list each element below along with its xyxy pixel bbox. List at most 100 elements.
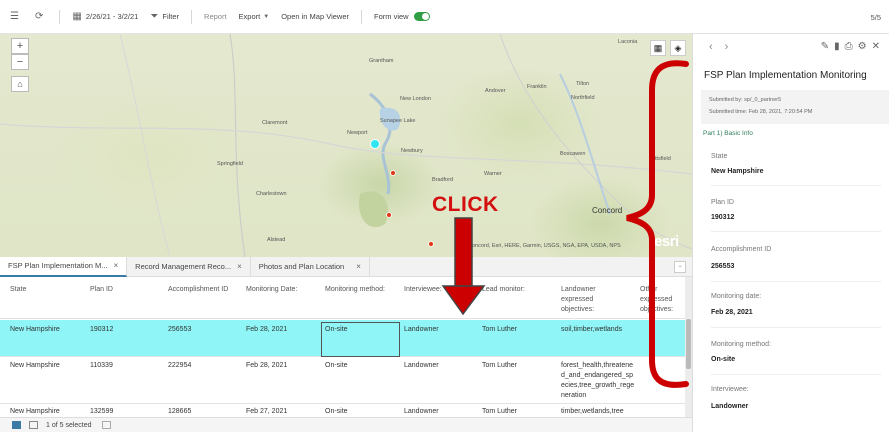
export-button[interactable]: Export ▼ — [239, 12, 270, 21]
filter-icon: ⏷ — [150, 11, 159, 22]
table-cell: forest_health,threatened_and_endangered_… — [561, 362, 635, 399]
list-view-icon[interactable] — [12, 421, 21, 429]
submitted-time: Submitted time: Feb 28, 2021, 7:20:54 PM — [709, 109, 813, 115]
tab-fsp-plan[interactable]: FSP Plan Implementation M... × — [0, 256, 128, 277]
tab-photos[interactable]: Photos and Plan Location × — [251, 257, 370, 277]
table-cell: Feb 27, 2021 — [246, 408, 288, 415]
table-tabs: FSP Plan Implementation M... × Record Man… — [0, 257, 692, 277]
field-value: 256553 — [711, 263, 735, 270]
table-cell: On-site — [325, 408, 348, 415]
home-button[interactable]: ⌂ — [11, 76, 29, 92]
table-cell: Tom Luther — [482, 326, 518, 333]
toolbar-divider — [361, 9, 363, 24]
delete-icon[interactable]: ▮ — [834, 41, 845, 52]
table-cell: Landowner — [404, 326, 439, 333]
map-points-layer — [370, 139, 434, 247]
field-value: Landowner — [711, 403, 749, 410]
table-cell: 256553 — [168, 326, 192, 333]
table-row[interactable]: New Hampshire 132599 128665 Feb 27, 2021… — [0, 404, 685, 417]
field-value: New Hampshire — [711, 168, 764, 175]
filter-button[interactable]: ⏷ Filter — [150, 11, 179, 22]
close-icon[interactable]: × — [237, 257, 242, 277]
table-cell: Feb 28, 2021 — [246, 362, 288, 369]
open-map-viewer-button[interactable]: Open in Map Viewer — [281, 12, 349, 21]
layers-icon[interactable]: ◈ — [670, 40, 686, 56]
map-point-selected[interactable] — [370, 139, 380, 149]
column-header[interactable]: State — [10, 285, 26, 295]
basemap-grid-icon[interactable]: ▦ — [650, 40, 666, 56]
column-header[interactable]: Lead monitor: — [482, 285, 525, 295]
grid-view-icon[interactable] — [29, 421, 38, 429]
column-header[interactable]: Other expressed objectives: — [640, 285, 688, 315]
map-point[interactable] — [428, 241, 434, 247]
toggle-switch[interactable] — [413, 12, 430, 21]
table-cell: On-site — [325, 362, 348, 369]
field-value: On-site — [711, 356, 736, 363]
esri-logo: esri — [654, 233, 679, 250]
print-icon[interactable]: ⎙ — [845, 41, 858, 52]
toolbar-divider — [191, 9, 193, 24]
form-title: FSP Plan Implementation Monitoring — [704, 70, 867, 81]
table-cell: soil,timber,wetlands — [561, 326, 623, 333]
table-scrollbar[interactable] — [685, 277, 692, 417]
report-button[interactable]: Report — [204, 12, 227, 21]
field-value: 190312 — [711, 214, 735, 221]
form-view-toggle[interactable]: Form view — [374, 12, 430, 21]
map-point[interactable] — [386, 212, 392, 218]
settings-icon[interactable]: ⚙ — [858, 41, 872, 52]
column-header[interactable]: Accomplishment ID — [168, 285, 228, 295]
previous-icon[interactable]: ‹ — [709, 41, 713, 53]
scrollbar-thumb[interactable] — [686, 319, 691, 369]
table-cell: Landowner — [404, 408, 439, 415]
table-cell: timber,wetlands,tree — [561, 408, 624, 415]
table-cell: 190312 — [90, 326, 114, 333]
close-icon[interactable]: × — [356, 257, 361, 277]
column-header[interactable]: Monitoring Date: — [246, 285, 297, 295]
field-label: State — [711, 153, 728, 160]
column-header[interactable]: Interviewee: — [404, 285, 442, 295]
column-header[interactable]: Plan ID — [90, 285, 113, 295]
field-label: Plan ID — [711, 199, 734, 206]
field-label: Accomplishment ID — [711, 246, 772, 253]
tabs-menu-icon[interactable]: − — [674, 261, 686, 273]
column-header[interactable]: Monitoring method: — [325, 285, 385, 295]
toolbar-divider — [59, 9, 61, 24]
zoom-in-button[interactable]: + — [11, 38, 29, 54]
field-label: Monitoring method: — [711, 341, 771, 348]
column-header[interactable]: Landowner expressed objectives: — [561, 285, 623, 315]
close-icon[interactable]: ✕ — [872, 41, 885, 52]
table-header: State Plan ID Accomplishment ID Monitori… — [0, 277, 685, 319]
caret-down-icon: ▼ — [263, 13, 270, 20]
table-cell: 222954 — [168, 362, 192, 369]
clear-selection-icon[interactable] — [101, 421, 111, 429]
table-cell: 128665 — [168, 408, 192, 415]
menu-icon[interactable]: ☰ — [10, 11, 23, 22]
table-cell: Landowner — [404, 362, 439, 369]
divider — [711, 327, 881, 328]
divider — [711, 374, 881, 375]
section-header[interactable]: Part 1) Basic Info — [703, 130, 753, 137]
date-range-button[interactable]: ▦ 2/26/21 - 3/2/21 — [72, 11, 138, 22]
table-cell: 110339 — [90, 362, 113, 369]
map-attribution: Concord, Esri, HERE, Garmin, USGS, NGA, … — [468, 243, 621, 249]
close-icon[interactable]: × — [114, 256, 119, 276]
edit-icon[interactable]: ✎ — [821, 41, 834, 52]
submitted-by: Submitted by: sp/_0_partner5 — [709, 97, 782, 103]
table-cell: Feb 28, 2021 — [246, 326, 288, 333]
next-icon[interactable]: › — [725, 41, 729, 53]
table-cell: Tom Luther — [482, 408, 518, 415]
tab-record-management[interactable]: Record Management Reco... × — [127, 257, 251, 277]
selection-status-bar: 1 of 5 selected — [0, 417, 692, 432]
focused-cell[interactable] — [321, 322, 400, 357]
table-row[interactable]: New Hampshire 110339 222954 Feb 28, 2021… — [0, 357, 685, 404]
field-value: Feb 28, 2021 — [711, 309, 753, 316]
table-cell: New Hampshire — [10, 408, 60, 415]
form-panel: ‹ › ✎▮⎙⚙✕ FSP Plan Implementation Monito… — [692, 34, 889, 432]
refresh-icon[interactable]: ⟳ — [35, 11, 47, 22]
table-cell: 132599 — [90, 408, 114, 415]
calendar-icon: ▦ — [72, 11, 82, 22]
zoom-out-button[interactable]: − — [11, 54, 29, 70]
map-view[interactable]: Laconia Grantham New London Andover Fran… — [0, 34, 692, 257]
map-point[interactable] — [390, 170, 396, 176]
attribute-table: State Plan ID Accomplishment ID Monitori… — [0, 277, 692, 417]
